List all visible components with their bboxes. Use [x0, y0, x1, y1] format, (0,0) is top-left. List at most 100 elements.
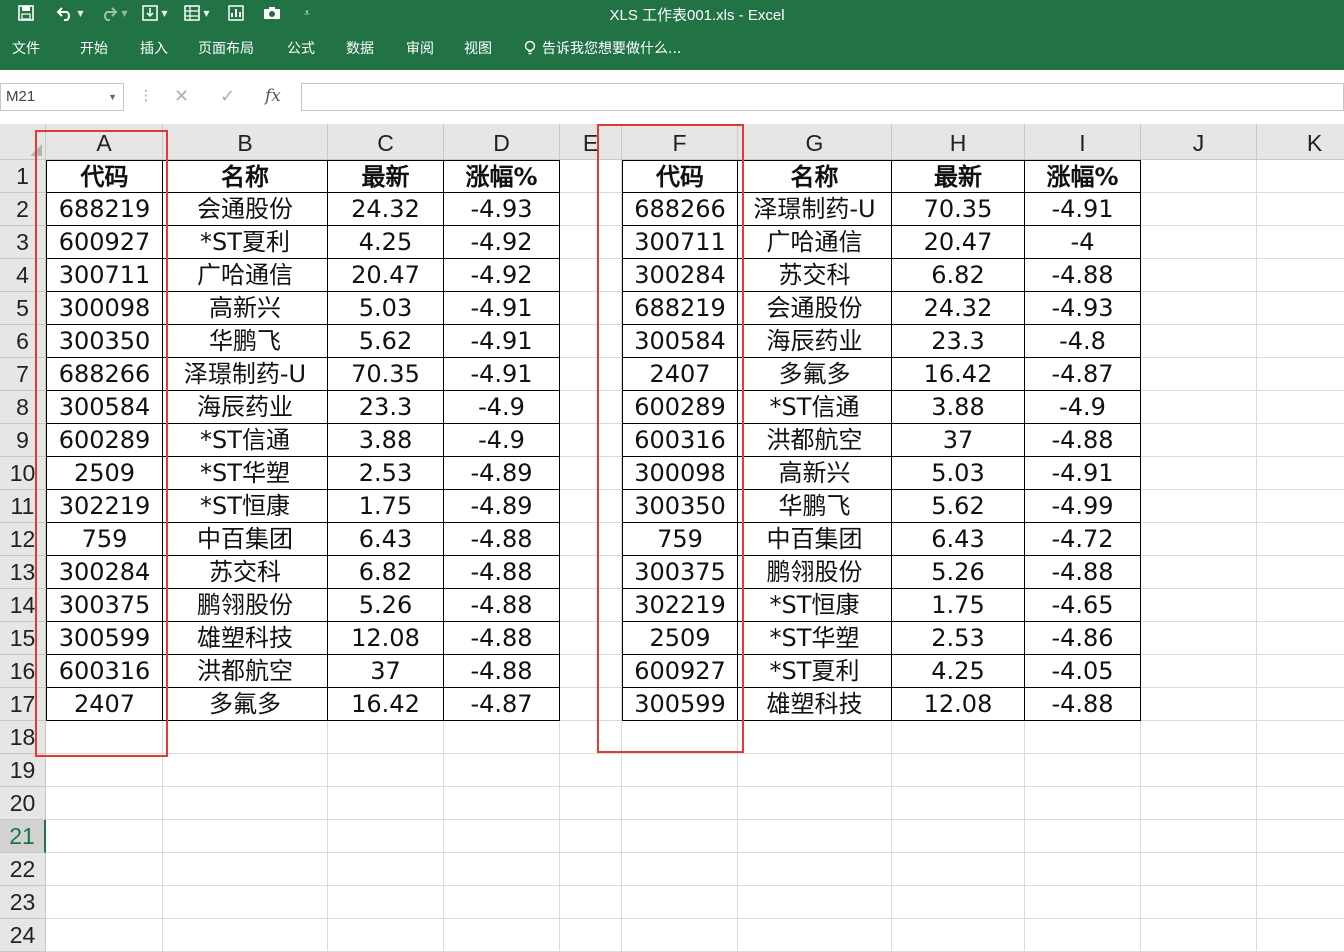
- column-header-j[interactable]: J: [1141, 124, 1257, 160]
- name-box[interactable]: M21 ▼: [0, 83, 124, 111]
- cell-b3[interactable]: *ST夏利: [163, 226, 328, 259]
- cell-e22[interactable]: [560, 853, 622, 886]
- cell-a19[interactable]: [46, 754, 163, 787]
- row-header-18[interactable]: 18: [0, 721, 46, 754]
- cell-e23[interactable]: [560, 886, 622, 919]
- cell-k1[interactable]: [1257, 160, 1344, 193]
- cell-i5[interactable]: -4.93: [1025, 292, 1141, 325]
- cell-j6[interactable]: [1141, 325, 1257, 358]
- cell-a5[interactable]: 300098: [46, 292, 163, 325]
- cell-h23[interactable]: [892, 886, 1025, 919]
- row-header-15[interactable]: 15: [0, 622, 46, 655]
- cell-d7[interactable]: -4.91: [444, 358, 560, 391]
- cell-e18[interactable]: [560, 721, 622, 754]
- table-right-header-cell[interactable]: 涨幅%: [1025, 160, 1141, 193]
- cell-c15[interactable]: 12.08: [328, 622, 444, 655]
- column-header-e[interactable]: E: [560, 124, 622, 160]
- row-header-23[interactable]: 23: [0, 886, 46, 919]
- cell-h13[interactable]: 5.26: [892, 556, 1025, 589]
- cell-c21[interactable]: [328, 820, 444, 853]
- cell-j11[interactable]: [1141, 490, 1257, 523]
- cell-h18[interactable]: [892, 721, 1025, 754]
- cell-a16[interactable]: 600316: [46, 655, 163, 688]
- cell-i22[interactable]: [1025, 853, 1141, 886]
- cancel-icon[interactable]: ✕: [174, 86, 189, 107]
- cell-d9[interactable]: -4.9: [444, 424, 560, 457]
- cell-k19[interactable]: [1257, 754, 1344, 787]
- cell-a6[interactable]: 300350: [46, 325, 163, 358]
- column-header-c[interactable]: C: [328, 124, 444, 160]
- row-header-20[interactable]: 20: [0, 787, 46, 820]
- cell-g9[interactable]: 洪都航空: [738, 424, 892, 457]
- cell-e17[interactable]: [560, 688, 622, 721]
- cell-f20[interactable]: [622, 787, 738, 820]
- cell-k13[interactable]: [1257, 556, 1344, 589]
- cell-i9[interactable]: -4.88: [1025, 424, 1141, 457]
- cell-h17[interactable]: 12.08: [892, 688, 1025, 721]
- cell-j23[interactable]: [1141, 886, 1257, 919]
- cell-j18[interactable]: [1141, 721, 1257, 754]
- cell-f16[interactable]: 600927: [622, 655, 738, 688]
- cell-a15[interactable]: 300599: [46, 622, 163, 655]
- cell-c10[interactable]: 2.53: [328, 457, 444, 490]
- cell-d19[interactable]: [444, 754, 560, 787]
- cell-e3[interactable]: [560, 226, 622, 259]
- cell-h15[interactable]: 2.53: [892, 622, 1025, 655]
- chevron-down-icon[interactable]: ▼: [108, 84, 117, 110]
- cell-a2[interactable]: 688219: [46, 193, 163, 226]
- row-header-16[interactable]: 16: [0, 655, 46, 688]
- cell-f21[interactable]: [622, 820, 738, 853]
- cell-k8[interactable]: [1257, 391, 1344, 424]
- row-header-19[interactable]: 19: [0, 754, 46, 787]
- cell-c23[interactable]: [328, 886, 444, 919]
- cell-i10[interactable]: -4.91: [1025, 457, 1141, 490]
- row-header-14[interactable]: 14: [0, 589, 46, 622]
- cell-k16[interactable]: [1257, 655, 1344, 688]
- cell-f14[interactable]: 302219: [622, 589, 738, 622]
- table-left-header-cell[interactable]: 代码: [46, 160, 163, 193]
- cell-c12[interactable]: 6.43: [328, 523, 444, 556]
- cell-k24[interactable]: [1257, 919, 1344, 952]
- cell-j3[interactable]: [1141, 226, 1257, 259]
- column-header-h[interactable]: H: [892, 124, 1025, 160]
- cell-c4[interactable]: 20.47: [328, 259, 444, 292]
- cell-a17[interactable]: 2407: [46, 688, 163, 721]
- cell-k3[interactable]: [1257, 226, 1344, 259]
- row-header-24[interactable]: 24: [0, 919, 46, 952]
- row-header-3[interactable]: 3: [0, 226, 46, 259]
- cell-i4[interactable]: -4.88: [1025, 259, 1141, 292]
- cell-f18[interactable]: [622, 721, 738, 754]
- row-header-1[interactable]: 1: [0, 160, 46, 193]
- table-right-header-cell[interactable]: 最新: [892, 160, 1025, 193]
- cell-j20[interactable]: [1141, 787, 1257, 820]
- cell-b19[interactable]: [163, 754, 328, 787]
- tab-data[interactable]: 数据: [346, 38, 374, 58]
- row-header-9[interactable]: 9: [0, 424, 46, 457]
- cell-d24[interactable]: [444, 919, 560, 952]
- cell-g23[interactable]: [738, 886, 892, 919]
- cell-b23[interactable]: [163, 886, 328, 919]
- table-left-header-cell[interactable]: 涨幅%: [444, 160, 560, 193]
- enter-icon[interactable]: ✓: [220, 86, 235, 107]
- cell-i11[interactable]: -4.99: [1025, 490, 1141, 523]
- cell-e14[interactable]: [560, 589, 622, 622]
- cell-a21[interactable]: [46, 820, 163, 853]
- cell-k4[interactable]: [1257, 259, 1344, 292]
- cell-b6[interactable]: 华鹏飞: [163, 325, 328, 358]
- cell-f23[interactable]: [622, 886, 738, 919]
- cell-d21[interactable]: [444, 820, 560, 853]
- table-left-header-cell[interactable]: 最新: [328, 160, 444, 193]
- cell-a3[interactable]: 600927: [46, 226, 163, 259]
- cell-j19[interactable]: [1141, 754, 1257, 787]
- column-header-g[interactable]: G: [738, 124, 892, 160]
- cell-b14[interactable]: 鹏翎股份: [163, 589, 328, 622]
- cell-c22[interactable]: [328, 853, 444, 886]
- cell-f12[interactable]: 759: [622, 523, 738, 556]
- cell-f10[interactable]: 300098: [622, 457, 738, 490]
- cell-e11[interactable]: [560, 490, 622, 523]
- cell-i24[interactable]: [1025, 919, 1141, 952]
- cell-c20[interactable]: [328, 787, 444, 820]
- cell-j14[interactable]: [1141, 589, 1257, 622]
- cell-e13[interactable]: [560, 556, 622, 589]
- cell-e16[interactable]: [560, 655, 622, 688]
